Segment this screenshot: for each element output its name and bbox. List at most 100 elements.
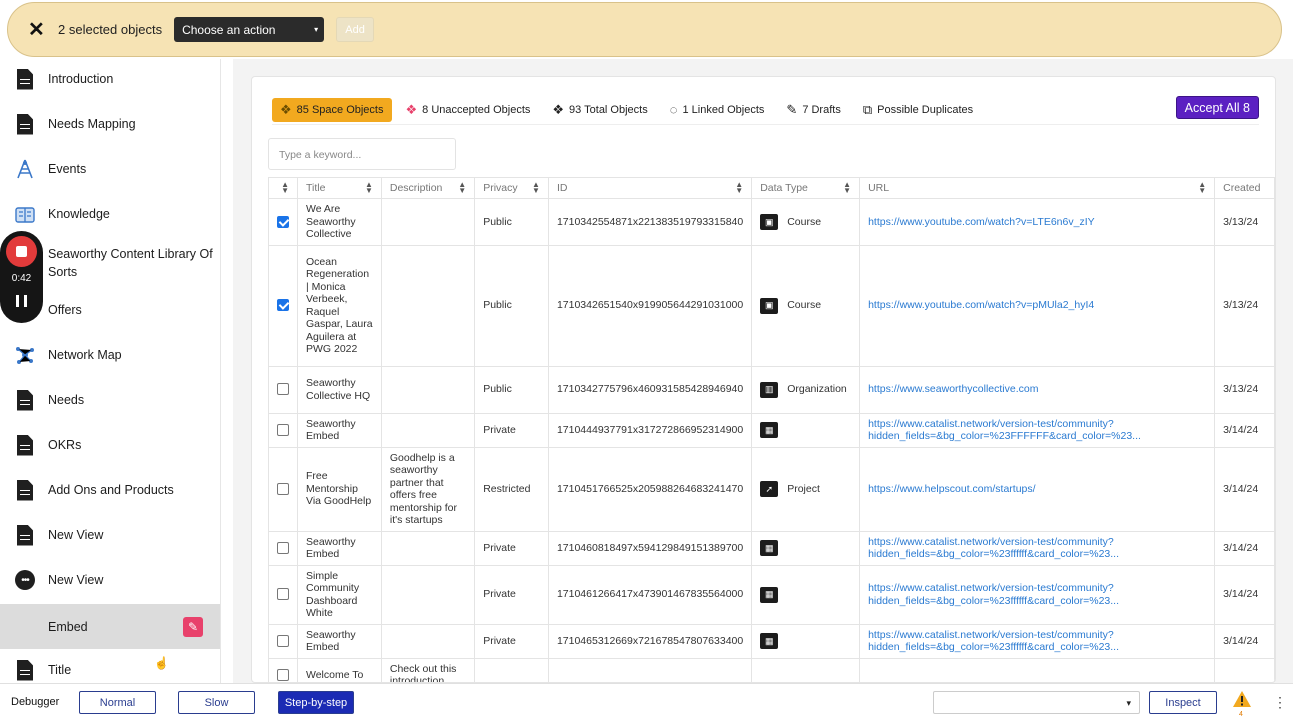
data-type-label: Course	[787, 299, 822, 312]
created-cell: 3/13/24	[1214, 198, 1275, 246]
sort-icon: ▲ ▼	[843, 180, 852, 195]
tab-label: Possible Duplicates	[877, 103, 974, 116]
column-header-title[interactable]: Title ▲ ▼	[297, 177, 382, 199]
stop-record-button[interactable]	[6, 236, 37, 267]
more-options-icon[interactable]: ⋮	[1273, 694, 1287, 711]
tab-possible-duplicates[interactable]: ⧉ Possible Duplicates	[863, 98, 973, 122]
row-checkbox[interactable]	[277, 383, 289, 396]
action-select[interactable]: Choose an action ▾	[174, 17, 325, 42]
search-input[interactable]: Type a keyword...	[268, 138, 456, 170]
selected-count: 2 selected objects	[58, 22, 163, 37]
sidebar-item-label: Seaworthy Content Library Of Sorts	[48, 247, 213, 279]
dotted-circle-icon: ◌	[669, 102, 678, 117]
row-select-cell	[268, 623, 298, 659]
url-link[interactable]: https://www.helpscout.com/startups/	[859, 446, 1216, 532]
column-header-data-type[interactable]: Data Type ▲ ▼	[751, 177, 861, 199]
sidebar: Introduction Needs Mapping Events Knowle…	[0, 59, 221, 683]
url-link[interactable]: https://www.catalist.network/version-tes…	[859, 412, 1216, 448]
column-header-id[interactable]: ID ▲ ▼	[547, 177, 753, 199]
element-select[interactable]: ▾	[933, 691, 1140, 714]
debugger-bar: Debugger Normal Slow Step-by-step ▾ Insp…	[0, 683, 1293, 720]
sidebar-item-okrs[interactable]: OKRs	[0, 432, 220, 458]
sidebar-item-new-view-2[interactable]: ••• New View	[0, 567, 220, 593]
embed-icon: ▦	[760, 633, 779, 649]
sidebar-item-label: Add Ons and Products	[48, 483, 174, 497]
cursor-icon: ☝	[154, 656, 169, 670]
table-row[interactable]: Seaworthy Embed Private 1710465312669x7216…	[268, 623, 1275, 659]
tab-total-objects[interactable]: ❖ 93 Total Objects	[552, 98, 647, 122]
sidebar-item-needs[interactable]: Needs	[0, 387, 220, 413]
id-cell: 1710461266417x473901467835564000	[547, 564, 753, 625]
table-row[interactable]: Seaworthy Embed Private 1710444937791x3172…	[268, 412, 1275, 448]
pause-icon[interactable]	[16, 295, 27, 307]
sidebar-item-embed[interactable]: Embed ✎	[0, 604, 220, 649]
sidebar-item-label: OKRs	[48, 438, 82, 452]
close-icon[interactable]: ✕	[28, 17, 46, 42]
url-link[interactable]: https://www.catalist.network/version-tes…	[859, 530, 1216, 566]
description-cell: Check out this introduction	[380, 657, 476, 682]
row-checkbox[interactable]	[277, 668, 289, 681]
url-link[interactable]: https://www.seaworthycollective.com	[859, 365, 1216, 414]
url-link[interactable]: https://www.catalist.network/version-tes…	[859, 623, 1216, 659]
url-link[interactable]: https://www.catalist.network/version-tes…	[859, 564, 1216, 625]
select-column-header[interactable]: ▲ ▼	[268, 177, 298, 199]
step-by-step-button[interactable]: Step-by-step	[278, 691, 354, 714]
table-row[interactable]: Seaworthy Collective HQ Public 17103427757…	[268, 365, 1275, 414]
normal-button[interactable]: Normal	[79, 691, 156, 714]
sidebar-item-network-map[interactable]: Network Map	[0, 342, 220, 368]
column-header-description[interactable]: Description ▲ ▼	[380, 177, 476, 199]
sidebar-item-add-ons[interactable]: Add Ons and Products	[0, 477, 220, 503]
row-checkbox[interactable]	[277, 215, 289, 228]
events-icon	[14, 157, 36, 181]
table-row[interactable]: Free Mentorship Via GoodHelp Goodhelp is …	[268, 446, 1275, 532]
table-row[interactable]: We Are Seaworthy Collective Public 1710342…	[268, 198, 1275, 246]
sidebar-item-title[interactable]: Title	[0, 657, 220, 683]
sidebar-item-new-view[interactable]: New View	[0, 522, 220, 548]
sidebar-item-events[interactable]: Events	[0, 156, 220, 182]
accept-all-button[interactable]: Accept All 8	[1175, 96, 1259, 119]
embed-icon: ▦	[760, 422, 779, 438]
row-checkbox[interactable]	[277, 482, 289, 495]
sort-icon: ▲ ▼	[735, 180, 744, 195]
document-icon	[14, 433, 36, 457]
tab-unaccepted-objects[interactable]: ❖ 8 Unaccepted Objects	[406, 98, 531, 122]
created-cell: 3/14/24	[1214, 412, 1275, 448]
privacy-cell: Private	[474, 564, 549, 625]
inspect-button[interactable]: Inspect	[1149, 691, 1217, 714]
add-button[interactable]: Add	[336, 17, 375, 42]
sidebar-item-label: Needs Mapping	[48, 117, 136, 131]
column-header-created[interactable]: Created	[1214, 177, 1275, 199]
warning-icon[interactable]	[1232, 690, 1252, 708]
table-row[interactable]: Simple Community Dashboard White Private 1…	[268, 564, 1275, 625]
sidebar-item-introduction[interactable]: Introduction	[0, 66, 220, 92]
row-select-cell	[268, 657, 298, 682]
row-checkbox[interactable]	[277, 299, 289, 312]
row-checkbox[interactable]	[277, 634, 289, 647]
url-link[interactable]: https://www.youtube.com/watch?v=pMUla2_h…	[859, 244, 1216, 367]
url-link[interactable]	[859, 657, 1216, 682]
tab-linked-objects[interactable]: ◌ 1 Linked Objects	[670, 98, 765, 122]
sidebar-item-needs-mapping[interactable]: Needs Mapping	[0, 111, 220, 137]
chevron-down-icon: ▾	[314, 25, 319, 34]
id-cell: 1710342554871x221383519793315840	[547, 198, 753, 246]
table-row[interactable]: Welcome To Check out this introduction	[268, 657, 1275, 682]
row-checkbox[interactable]	[277, 423, 289, 436]
privacy-cell: Public	[474, 244, 549, 367]
row-checkbox[interactable]	[277, 541, 289, 554]
sort-icon: ▲ ▼	[1198, 180, 1207, 195]
row-checkbox[interactable]	[277, 588, 289, 601]
edit-icon[interactable]: ✎	[183, 617, 203, 637]
tab-drafts[interactable]: ✎ 7 Drafts	[786, 98, 840, 122]
tab-space-objects[interactable]: ❖ 85 Space Objects	[272, 97, 392, 122]
slow-button[interactable]: Slow	[178, 691, 255, 714]
table-row[interactable]: Ocean Regeneration | Monica Verbeek, Raq…	[268, 244, 1275, 367]
title-cell: Welcome To	[297, 657, 382, 682]
description-cell: Goodhelp is a seaworthy partner that off…	[380, 446, 476, 532]
sidebar-item-knowledge[interactable]: Knowledge	[0, 201, 220, 227]
url-link[interactable]: https://www.youtube.com/watch?v=LTE6n6v_…	[859, 198, 1216, 246]
description-cell	[380, 530, 476, 566]
column-header-privacy[interactable]: Privacy ▲ ▼	[474, 177, 549, 199]
table-row[interactable]: Seaworthy Embed Private 1710460818497x5941…	[268, 530, 1275, 566]
data-type-cell	[751, 657, 861, 682]
column-header-url[interactable]: URL ▲ ▼	[859, 177, 1216, 199]
